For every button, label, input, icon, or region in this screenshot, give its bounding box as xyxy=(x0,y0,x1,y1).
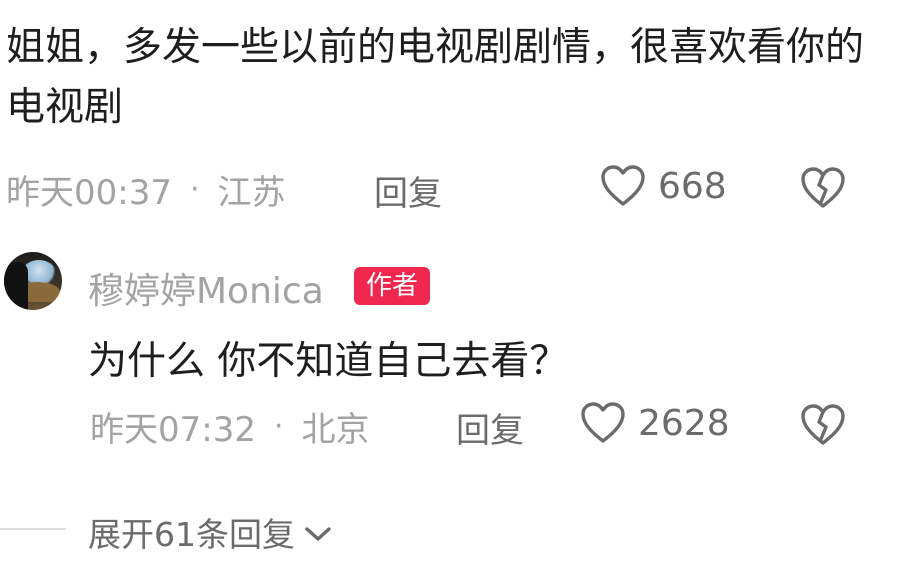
avatar[interactable] xyxy=(4,252,62,310)
reply-time: 昨天07:32 xyxy=(90,409,256,450)
chevron-down-icon xyxy=(303,513,333,552)
heart-outline-icon xyxy=(580,401,626,445)
comment-location: 江苏 xyxy=(217,172,286,213)
comment-reply-button[interactable]: 回复 xyxy=(374,166,442,215)
reply-reply-button[interactable]: 回复 xyxy=(456,403,524,452)
comment-dislike-button[interactable] xyxy=(800,166,846,210)
reply-like-count: 2628 xyxy=(638,402,730,444)
reply-username[interactable]: 穆婷婷Monica xyxy=(88,262,324,314)
author-badge: 作者 xyxy=(354,267,431,305)
reply-text: 为什么 你不知道自己去看？ xyxy=(88,339,569,384)
reply-location: 北京 xyxy=(301,409,370,450)
comment-text: 姐姐，多发一些以前的电视剧剧情，很喜欢看你的电视剧 xyxy=(6,25,865,130)
comment-like-button[interactable]: 668 xyxy=(600,164,727,208)
heart-outline-icon xyxy=(600,164,646,208)
reply-dislike-button[interactable] xyxy=(800,403,846,447)
reply-like-button[interactable]: 2628 xyxy=(580,401,730,445)
reply-meta: 昨天07:32 · 北京 xyxy=(90,401,370,451)
expand-replies-button[interactable]: 展开61条回复 xyxy=(88,508,333,556)
expand-divider xyxy=(0,528,66,530)
meta-separator: · xyxy=(189,171,200,207)
broken-heart-icon xyxy=(800,166,846,210)
meta-separator: · xyxy=(273,408,284,444)
expand-replies-label: 展开61条回复 xyxy=(88,515,295,554)
comment-meta: 昨天00:37 · 江苏 xyxy=(6,164,286,214)
comment-like-count: 668 xyxy=(658,165,727,207)
broken-heart-icon xyxy=(800,403,846,447)
comment-time: 昨天00:37 xyxy=(6,172,172,213)
